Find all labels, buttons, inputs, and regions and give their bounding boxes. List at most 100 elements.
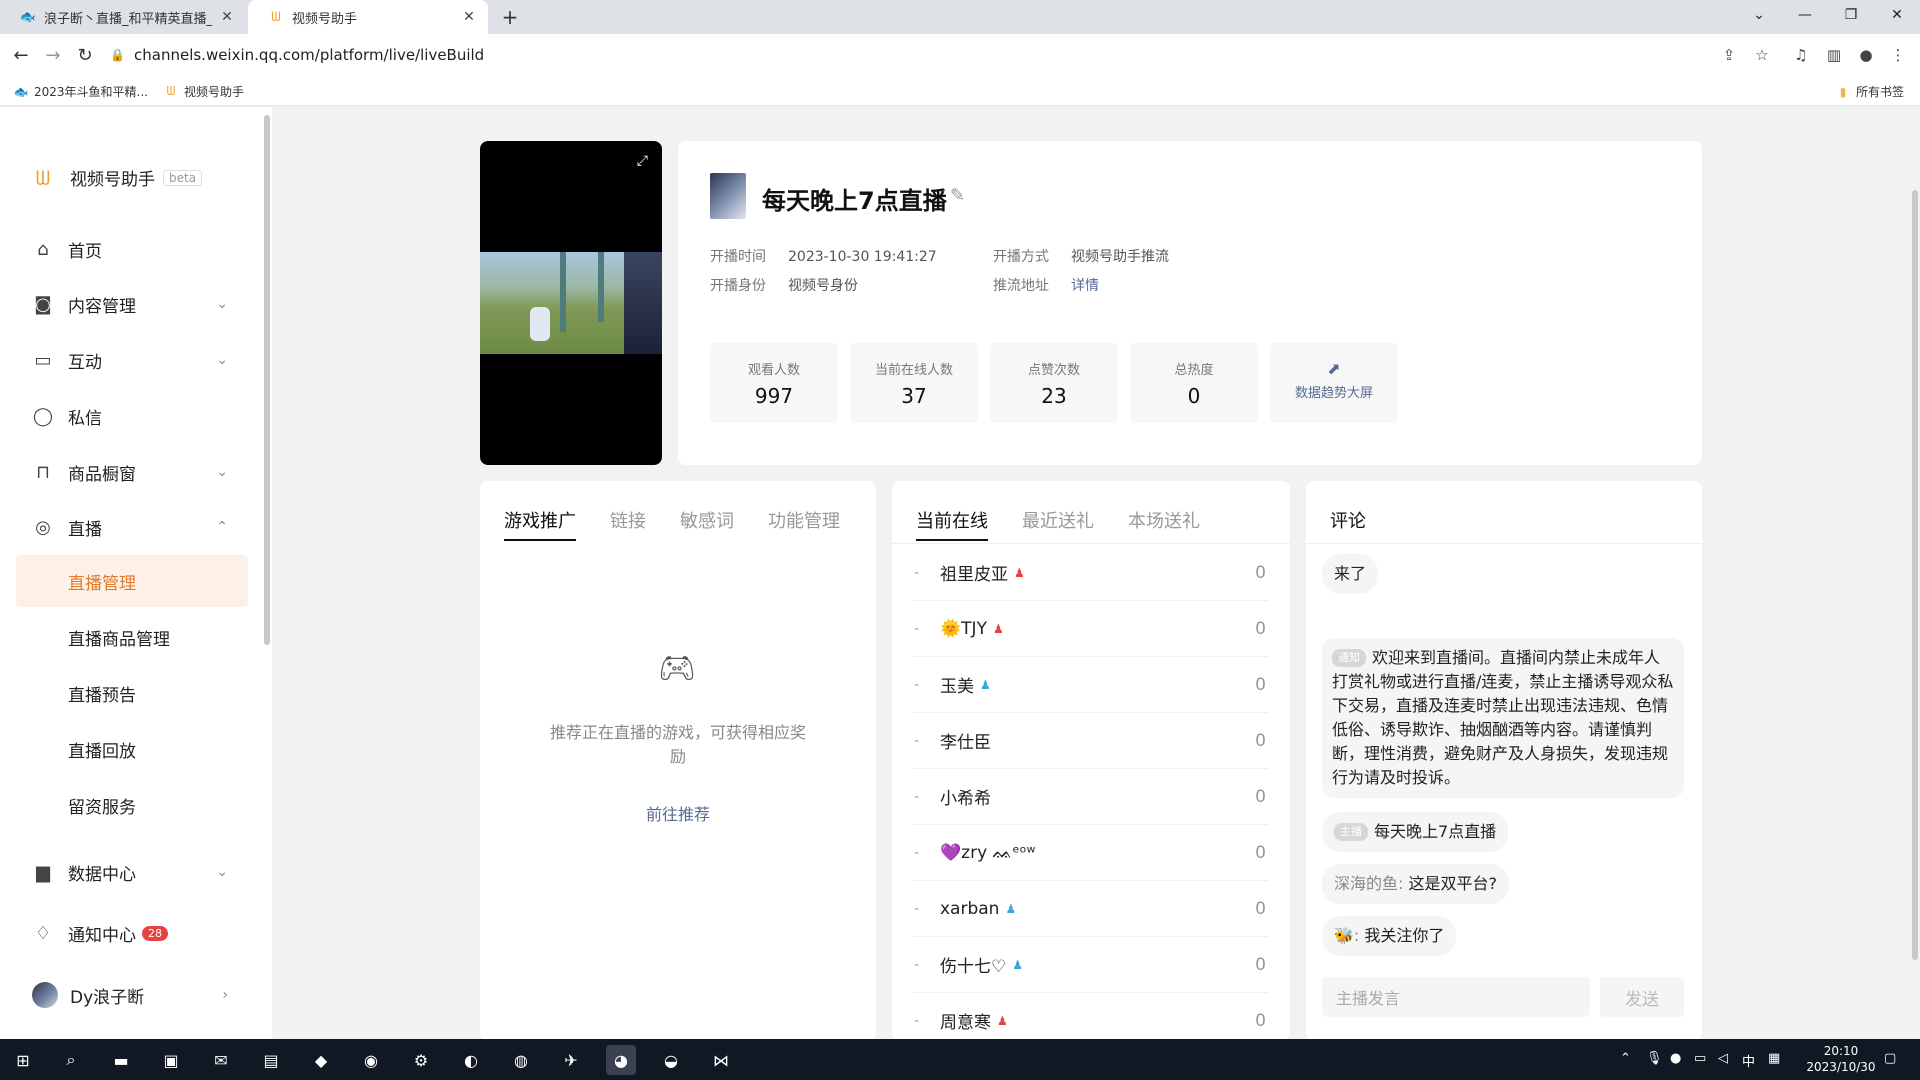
restore-icon[interactable]: ❐ — [1828, 0, 1874, 30]
share-icon[interactable]: ⇪ — [1718, 44, 1740, 66]
back-icon[interactable]: ← — [8, 42, 34, 68]
menu-icon[interactable]: ⋮ — [1887, 44, 1909, 66]
notification-icon[interactable]: ▢ — [1884, 1051, 1896, 1066]
chevron-down-icon: ⌄ — [216, 296, 228, 312]
windows-start-icon[interactable]: ⊞ — [8, 1045, 38, 1075]
send-button[interactable]: 发送 — [1600, 977, 1684, 1017]
tab-recent-gifts[interactable]: 最近送礼 — [1022, 507, 1094, 541]
bell-icon: ♢ — [34, 922, 52, 944]
tab-links[interactable]: 链接 — [610, 507, 646, 541]
sidepanel-icon[interactable]: ▥ — [1823, 44, 1845, 66]
sidebar-item-home[interactable]: ⌂ 首页 — [16, 227, 248, 271]
list-item[interactable]: - 玉美 ♟ 0 — [914, 657, 1268, 713]
tray-chevron-icon[interactable]: ⌃ — [1620, 1051, 1631, 1066]
list-item[interactable]: - xarban ♟ 0 — [914, 881, 1268, 937]
wechat-icon[interactable]: ◒ — [656, 1045, 686, 1075]
tray-app-icon[interactable]: ● — [1670, 1051, 1681, 1066]
store-icon[interactable]: ▣ — [156, 1045, 186, 1075]
search-icon[interactable]: ⌕ — [56, 1045, 86, 1075]
gift-count: 0 — [1255, 786, 1266, 807]
app-logo[interactable]: ᗯ 视频号助手 beta — [30, 165, 203, 190]
sidebar-item-interact[interactable]: ▭ 互动 ⌄ — [16, 338, 248, 382]
tab-search-icon[interactable]: ⌄ — [1736, 0, 1782, 30]
reload-icon[interactable]: ↻ — [72, 42, 98, 68]
sidebar-item-live-goods[interactable]: 直播商品管理 — [16, 611, 248, 663]
app-icon[interactable]: ◐ — [456, 1045, 486, 1075]
steam-icon[interactable]: ⚙ — [406, 1045, 436, 1075]
app-icon[interactable]: ✈ — [556, 1045, 586, 1075]
new-tab-icon[interactable]: + — [498, 5, 522, 29]
notice-badge: 28 — [142, 925, 168, 941]
user-name: xarban — [940, 898, 1000, 919]
forward-icon[interactable]: → — [40, 42, 66, 68]
sidebar-item-user[interactable]: Dy浪子断 › — [16, 973, 248, 1017]
minimize-icon[interactable]: — — [1782, 0, 1828, 30]
star-icon[interactable]: ☆ — [1751, 44, 1773, 66]
app-icon[interactable]: ▤ — [256, 1045, 286, 1075]
window-close-icon[interactable]: ✕ — [1874, 0, 1920, 30]
browser-tabbar: 🐟 浪子断丶直播_和平精英直播_斗 ✕ ᗯ 视频号助手 ✕ + ⌄ — ❐ ✕ — [0, 0, 1920, 34]
browser-tab-channels[interactable]: ᗯ 视频号助手 ✕ — [248, 0, 488, 34]
mail-icon[interactable]: ✉ — [206, 1045, 236, 1075]
sidebar-item-live-preview[interactable]: 直播预告 — [16, 667, 248, 719]
sidebar-item-notice[interactable]: ♢ 通知中心 28 — [16, 911, 248, 955]
host-message-input[interactable]: 主播发言 — [1322, 977, 1590, 1017]
list-item[interactable]: - 祖里皮亚 ♟ 0 — [914, 545, 1268, 601]
list-item[interactable]: - 伤十七♡ ♟ 0 — [914, 937, 1268, 993]
address-bar[interactable]: 🔒 channels.weixin.qq.com/platform/live/l… — [110, 40, 1750, 70]
go-recommend-link[interactable]: 前往推荐 — [480, 801, 876, 825]
bookmark-item[interactable]: 🐟 2023年斗鱼和平精... — [14, 83, 148, 100]
app-icon[interactable]: ⋈ — [706, 1045, 736, 1075]
live-preview[interactable]: ⤢ — [480, 141, 662, 465]
network-icon[interactable]: ▭ — [1694, 1051, 1706, 1066]
sidebar-item-live-manage[interactable]: 直播管理 — [16, 555, 248, 607]
chrome-icon[interactable]: ◕ — [606, 1045, 636, 1075]
system-clock[interactable]: 20:10 2023/10/30 — [1806, 1043, 1876, 1075]
bag-icon: ⊓ — [35, 461, 51, 483]
obs-icon[interactable]: ◍ — [506, 1045, 536, 1075]
tab-session-gifts[interactable]: 本场送礼 — [1128, 507, 1200, 541]
push-url-details-link[interactable]: 详情 — [1071, 278, 1099, 294]
list-item[interactable]: - 🌞TJY ♟ 0 — [914, 601, 1268, 657]
list-item[interactable]: - 周意寒 ♟ 0 — [914, 993, 1268, 1041]
sidebar-scrollbar[interactable] — [264, 115, 270, 645]
all-bookmarks[interactable]: ▮ 所有书签 — [1836, 83, 1904, 100]
page-scrollbar[interactable] — [1912, 190, 1918, 960]
female-user-icon: ♟ — [992, 621, 1004, 636]
list-item[interactable]: - 李仕臣 0 — [914, 713, 1268, 769]
online-users-card: 当前在线 最近送礼 本场送礼 - 祖里皮亚 ♟ 0- 🌞TJY ♟ 0- 玉美 ♟ 0- 李仕臣 0-… — [892, 481, 1290, 1041]
tab-current-online[interactable]: 当前在线 — [916, 507, 988, 541]
app-icon[interactable]: ◉ — [356, 1045, 386, 1075]
profile-icon[interactable]: ● — [1855, 44, 1877, 66]
expand-icon[interactable]: ⤢ — [637, 153, 648, 169]
list-item[interactable]: - 💜zry ᨐᵉᵒʷ 0 — [914, 825, 1268, 881]
bookmark-item[interactable]: ᗯ 视频号助手 — [164, 83, 244, 100]
media-icon[interactable]: ♫ — [1790, 44, 1812, 66]
sidebar-item-content[interactable]: ◙ 内容管理 ⌄ — [16, 282, 248, 326]
host-tag: 主播 — [1334, 823, 1368, 841]
volume-icon[interactable]: ◁ — [1718, 1051, 1728, 1066]
tab-features[interactable]: 功能管理 — [768, 507, 840, 541]
app-icon[interactable]: ◆ — [306, 1045, 336, 1075]
list-item[interactable]: - 小希希 0 — [914, 769, 1268, 825]
sidebar-item-live-replay[interactable]: 直播回放 — [16, 723, 248, 775]
browser-tab-douyu[interactable]: 🐟 浪子断丶直播_和平精英直播_斗 ✕ — [0, 0, 246, 34]
sidebar-item-data-center[interactable]: ▆ 数据中心 ⌄ — [16, 850, 248, 894]
stat-viewers: 观看人数 997 — [710, 343, 838, 423]
tab-game-promo[interactable]: 游戏推广 — [504, 507, 576, 541]
file-explorer-icon[interactable]: ▬ — [106, 1045, 136, 1075]
sidebar-item-leads[interactable]: 留资服务 — [16, 779, 248, 831]
browser-toolbar: ← → ↻ 🔒 channels.weixin.qq.com/platform/… — [0, 34, 1920, 76]
close-icon[interactable]: ✕ — [460, 8, 478, 26]
ime-indicator[interactable]: 中 — [1742, 1051, 1755, 1070]
mic-icon[interactable]: 🎙︎ — [1646, 1051, 1663, 1066]
close-icon[interactable]: ✕ — [218, 8, 236, 26]
sidebar-item-live[interactable]: ◎ 直播 ⌃ — [16, 505, 248, 549]
edit-icon[interactable]: ✎ — [950, 185, 965, 206]
sidebar-item-shop[interactable]: ⊓ 商品橱窗 ⌄ — [16, 450, 248, 494]
data-trend-button[interactable]: ⬈ 数据趋势大屏 — [1270, 343, 1398, 423]
bookmarks-bar: 🐟 2023年斗鱼和平精... ᗯ 视频号助手 ▮ 所有书签 — [0, 76, 1920, 106]
keyboard-icon[interactable]: ▦ — [1768, 1051, 1780, 1066]
sidebar-item-messages[interactable]: ◯ 私信 — [16, 394, 248, 438]
tab-sensitive-words[interactable]: 敏感词 — [680, 507, 734, 541]
